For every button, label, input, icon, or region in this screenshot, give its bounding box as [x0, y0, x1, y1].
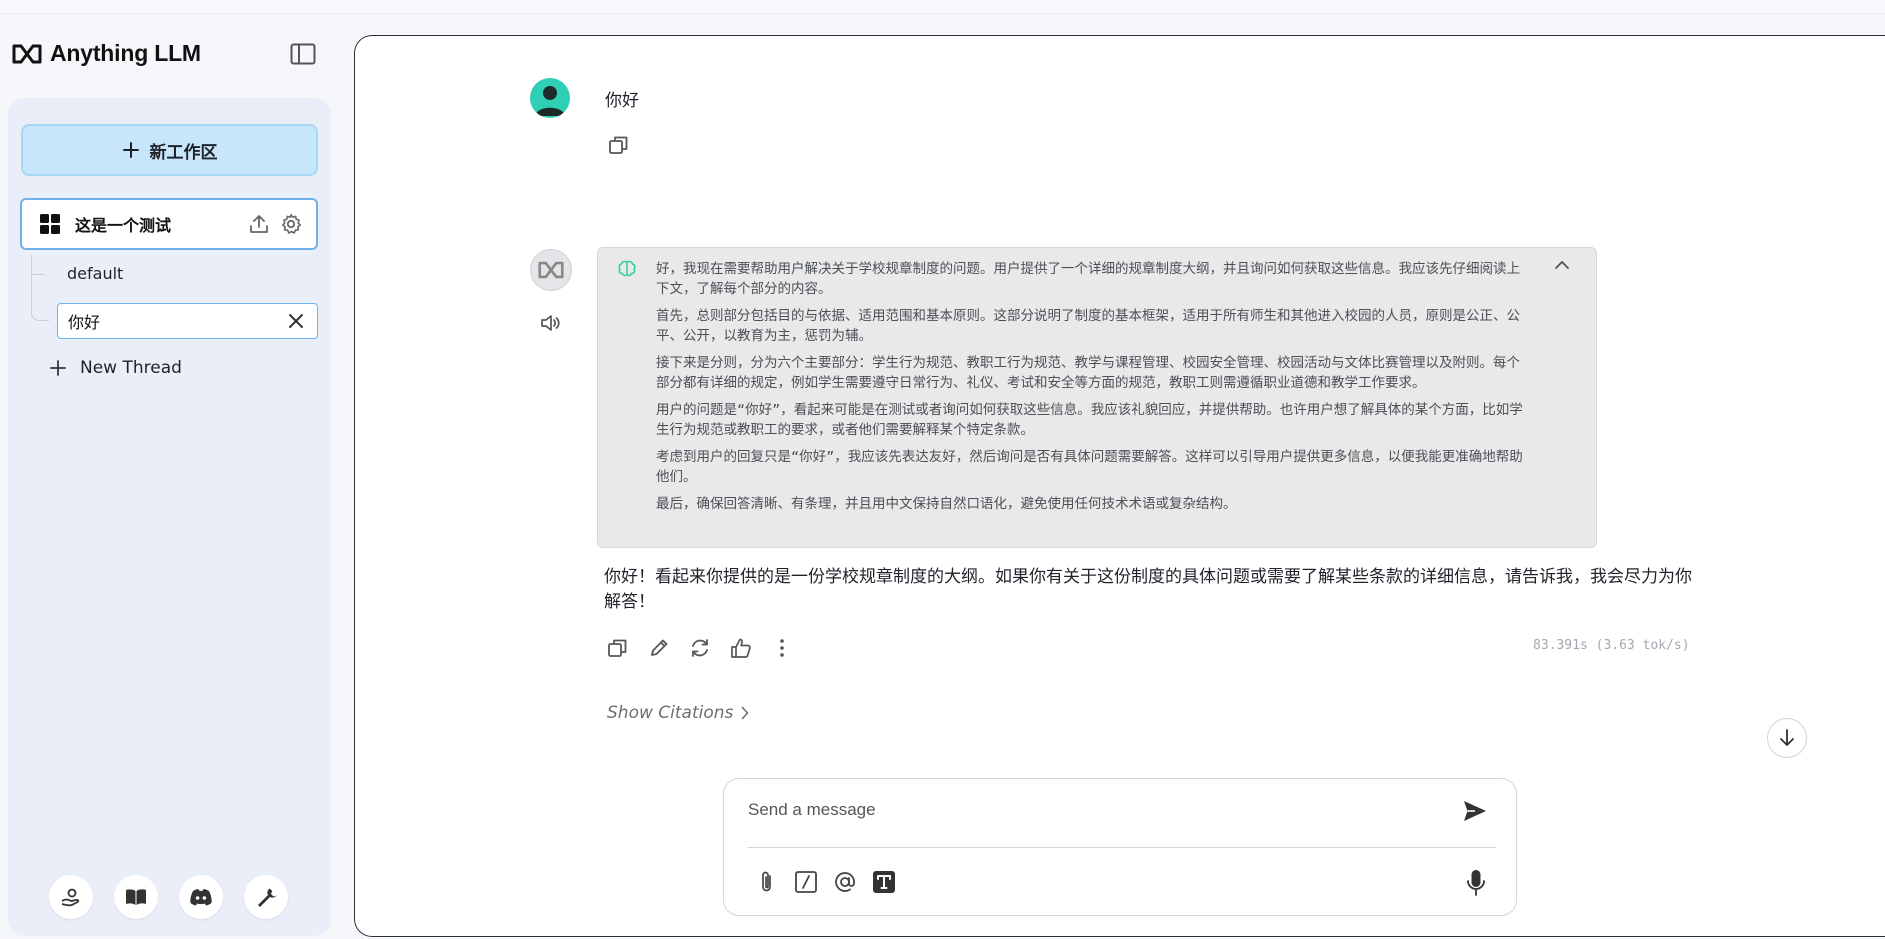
anythingllm-logo-icon	[538, 261, 564, 279]
chevron-right-icon	[742, 706, 749, 720]
new-thread-button[interactable]: New Thread	[50, 358, 182, 378]
thread-item-label: 你好	[68, 313, 101, 332]
show-citations-toggle[interactable]: Show Citations	[607, 703, 749, 723]
brain-icon	[618, 260, 636, 277]
copy-icon[interactable]	[606, 636, 630, 660]
gear-icon[interactable]	[280, 213, 302, 235]
user-avatar-icon	[535, 86, 565, 116]
thread-tree-line	[31, 255, 49, 321]
thread-tree-tick	[31, 274, 45, 275]
edit-pencil-icon[interactable]	[647, 636, 671, 660]
show-citations-label: Show Citations	[607, 703, 734, 723]
generation-speed: 83.391s (3.63 tok/s)	[1533, 638, 1690, 653]
plus-icon	[122, 142, 139, 158]
settings-wrench-icon[interactable]	[244, 875, 288, 919]
sidebar-toggle-icon[interactable]	[290, 43, 316, 65]
regenerate-icon[interactable]	[688, 636, 712, 660]
composer-divider	[748, 847, 1496, 848]
app-logo: Anything LLM	[12, 40, 201, 67]
thinking-paragraph: 用户的问题是“你好”，看起来可能是在测试或者询问如何获取这些信息。我应该礼貌回应…	[656, 402, 1523, 438]
thinking-paragraph: 接下来是分则，分为六个主要部分：学生行为规范、教职工行为规范、教学与课程管理、校…	[656, 355, 1520, 391]
thinking-paragraph: 最后，确保回答清晰、有条理，并且用中文保持自然口语化，避免使用任何技术术语或复杂…	[656, 496, 1237, 512]
plus-icon	[50, 360, 66, 376]
at-mention-icon[interactable]	[832, 869, 858, 895]
assistant-avatar	[530, 249, 572, 291]
user-message: 你好	[605, 91, 639, 111]
support-icon[interactable]	[49, 875, 93, 919]
new-workspace-label: 新工作区	[149, 142, 218, 163]
speaker-icon[interactable]	[540, 313, 562, 333]
message-actions	[606, 636, 794, 660]
message-input[interactable]	[748, 793, 1428, 827]
window-top-strip	[0, 0, 1885, 14]
thinking-paragraph: 首先，总则部分包括目的与依据、适用范围和基本原则。这部分说明了制度的基本框架，适…	[656, 308, 1520, 344]
close-icon[interactable]	[287, 312, 305, 330]
thinking-panel: 好，我现在需要帮助用户解决关于学校规章制度的问题。用户提供了一个详细的规章制度大…	[597, 247, 1597, 548]
new-workspace-button[interactable]: 新工作区	[21, 124, 318, 176]
attachment-icon[interactable]	[754, 869, 780, 895]
scroll-to-bottom-button[interactable]	[1767, 718, 1807, 758]
discord-icon[interactable]	[179, 875, 223, 919]
workspace-grid-icon	[40, 214, 60, 234]
thread-item-active[interactable]: 你好	[57, 303, 318, 339]
message-composer	[723, 778, 1517, 916]
assistant-answer: 你好！看起来你提供的是一份学校规章制度的大纲。如果你有关于这份制度的具体问题或需…	[604, 567, 1692, 612]
new-thread-label: New Thread	[80, 358, 182, 378]
slash-command-icon[interactable]	[793, 869, 819, 895]
thinking-text: 好，我现在需要帮助用户解决关于学校规章制度的问题。用户提供了一个详细的规章制度大…	[656, 259, 1526, 521]
chevron-up-icon[interactable]	[1554, 260, 1570, 270]
more-options-icon[interactable]	[770, 636, 794, 660]
copy-icon[interactable]	[608, 134, 630, 156]
thinking-paragraph: 好，我现在需要帮助用户解决关于学校规章制度的问题。用户提供了一个详细的规章制度大…	[656, 261, 1520, 297]
app-logo-text: Anything LLM	[50, 40, 201, 66]
microphone-icon[interactable]	[1466, 869, 1486, 897]
thumbs-up-icon[interactable]	[729, 636, 753, 660]
workspace-name: 这是一个测试	[75, 216, 172, 235]
sidebar-footer	[49, 875, 288, 919]
send-icon[interactable]	[1462, 799, 1488, 823]
docs-book-icon[interactable]	[114, 875, 158, 919]
composer-toolbar	[754, 869, 897, 895]
upload-icon[interactable]	[248, 213, 270, 235]
text-format-icon[interactable]	[871, 869, 897, 895]
user-avatar	[530, 78, 570, 118]
arrow-down-icon	[1780, 729, 1794, 746]
thinking-paragraph: 考虑到用户的回复只是“你好”，我应该先表达友好，然后询问是否有具体问题需要解答。…	[656, 449, 1523, 485]
thread-item-default[interactable]: default	[67, 264, 123, 283]
workspace-item[interactable]: 这是一个测试	[20, 198, 318, 250]
anythingllm-logo-icon	[12, 44, 42, 63]
